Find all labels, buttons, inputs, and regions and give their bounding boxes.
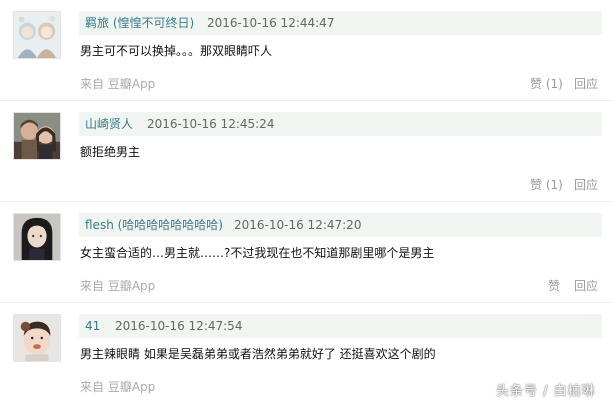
reply-button[interactable]: 回应	[574, 278, 598, 294]
comment-text: 男主可不可以换掉。。。那双眼睛吓人	[80, 44, 273, 58]
dark-hair-girl-avatar-icon	[14, 214, 60, 260]
avatar[interactable]	[13, 112, 61, 160]
comment-source: 来自 豆瓣App	[80, 279, 156, 293]
author-name[interactable]: flesh (哈哈哈哈哈哈哈哈)	[85, 213, 223, 237]
reply-button[interactable]: 回应	[574, 177, 598, 193]
comment-source: 来自 豆瓣App	[80, 380, 156, 394]
reply-button[interactable]: 回应	[574, 76, 598, 92]
comment-item: 山崎贤人 2016-10-16 12:45:24 额拒绝男主 赞 (1) 回应	[0, 101, 612, 202]
timestamp: 2016-10-16 12:47:20	[234, 218, 362, 232]
author-name[interactable]: 羁旅 (惶惶不可终日)	[85, 11, 194, 35]
author-name[interactable]: 山崎贤人	[85, 112, 133, 136]
comment-header: 山崎贤人 2016-10-16 12:45:24	[79, 112, 602, 136]
author-name[interactable]: 41	[85, 314, 100, 338]
avatar[interactable]	[13, 213, 61, 261]
timestamp: 2016-10-16 12:44:47	[207, 16, 335, 30]
illustrated-girls-avatar-icon	[14, 12, 60, 58]
like-button[interactable]: 赞 (1)	[530, 76, 563, 92]
child-photo-avatar-icon	[14, 315, 60, 361]
timestamp: 2016-10-16 12:45:24	[147, 117, 275, 131]
comment-item: 羁旅 (惶惶不可终日) 2016-10-16 12:44:47 男主可不可以换掉…	[0, 0, 612, 101]
watermark: 头条号 / 白柏琳	[496, 384, 596, 399]
avatar[interactable]	[13, 11, 61, 59]
comment-text: 男主辣眼睛 如果是吴磊弟弟或者浩然弟弟就好了 还挺喜欢这个剧的	[80, 347, 436, 361]
comment-item: flesh (哈哈哈哈哈哈哈哈) 2016-10-16 12:47:20 女主蛮…	[0, 202, 612, 303]
like-button[interactable]: 赞 (1)	[530, 177, 563, 193]
comment-header: 羁旅 (惶惶不可终日) 2016-10-16 12:44:47	[79, 11, 602, 35]
couple-photo-avatar-icon	[14, 113, 60, 159]
comment-header: flesh (哈哈哈哈哈哈哈哈) 2016-10-16 12:47:20	[79, 213, 602, 237]
comment-text: 额拒绝男主	[80, 145, 141, 159]
comment-header: 41 2016-10-16 12:47:54	[79, 314, 602, 338]
comment-text: 女主蛮合适的…男主就……?不过我现在也不知道那剧里哪个是男主	[80, 246, 435, 260]
avatar[interactable]	[13, 314, 61, 362]
timestamp: 2016-10-16 12:47:54	[115, 319, 243, 333]
like-button[interactable]: 赞	[548, 278, 560, 294]
comment-source: 来自 豆瓣App	[80, 77, 156, 91]
